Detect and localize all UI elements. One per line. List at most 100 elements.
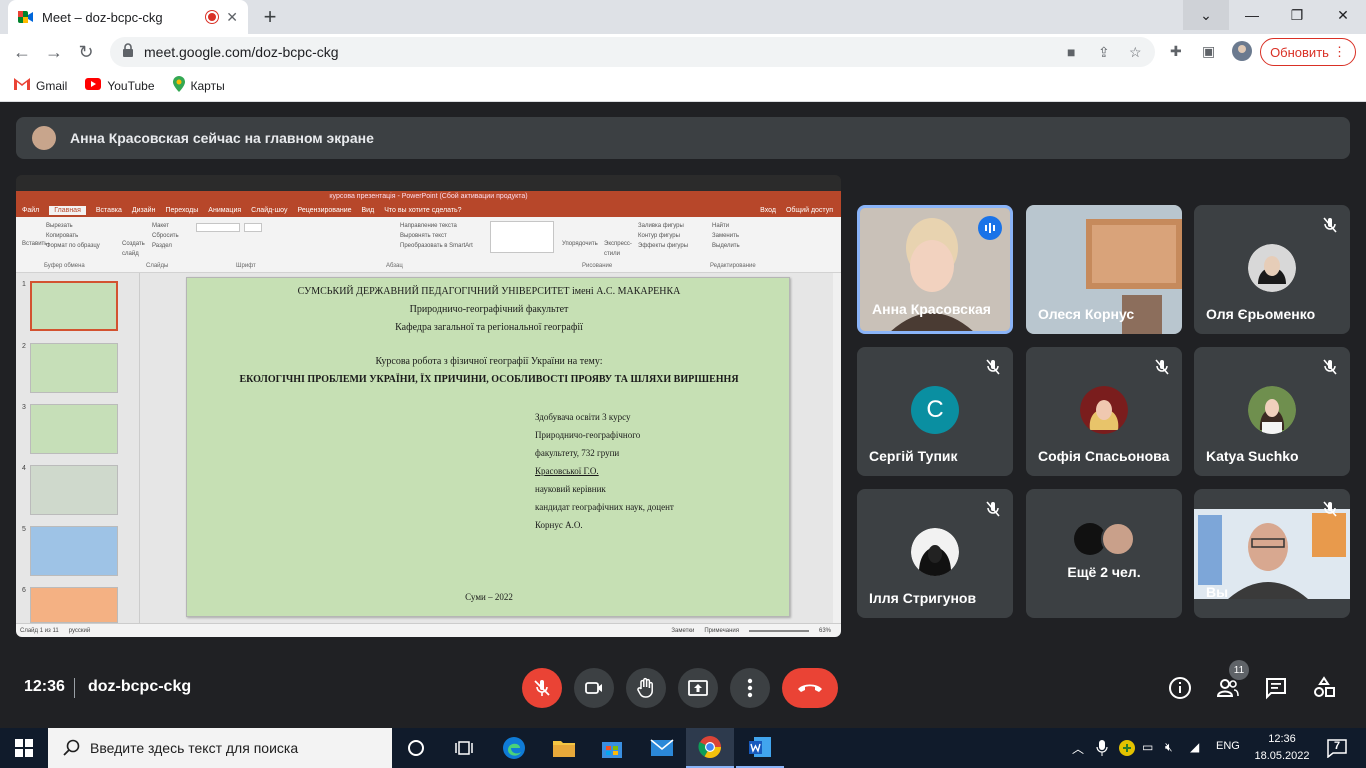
shape-fill-button[interactable]: Заливка фигуры xyxy=(638,221,688,231)
participant-tile[interactable]: Олеся Корнус xyxy=(1026,205,1182,334)
edge-icon[interactable] xyxy=(490,728,538,768)
comments-button[interactable]: Примечания xyxy=(704,628,739,634)
more-options-button[interactable] xyxy=(730,668,770,708)
extensions-icon[interactable]: ✚ xyxy=(1170,43,1182,60)
slide-thumbnail[interactable] xyxy=(30,404,118,454)
quick-styles-button[interactable]: Экспресс-стили xyxy=(604,239,632,259)
pp-menu-item[interactable]: Дизайн xyxy=(132,207,156,214)
mic-toggle-button[interactable] xyxy=(522,668,562,708)
participant-tile[interactable]: Katya Suchko xyxy=(1194,347,1350,476)
slide-thumbnail[interactable] xyxy=(30,587,118,623)
reset-button[interactable]: Сбросить xyxy=(152,231,179,241)
mail-icon[interactable] xyxy=(638,728,686,768)
start-button[interactable] xyxy=(0,728,48,768)
participant-tile-more[interactable]: Ещё 2 чел. xyxy=(1026,489,1182,618)
tab-search-icon[interactable]: ⌄ xyxy=(1183,0,1229,30)
chrome-icon[interactable] xyxy=(686,728,734,768)
smartart-button[interactable]: Преобразовать в SmartArt xyxy=(400,241,473,251)
participant-tile[interactable]: Оля Єрьоменко xyxy=(1194,205,1350,334)
bookmark-maps[interactable]: Карты xyxy=(172,76,225,95)
activities-icon[interactable] xyxy=(1312,676,1336,700)
font-size-box[interactable] xyxy=(244,223,262,232)
slide-scrollbar[interactable] xyxy=(833,273,841,623)
pp-menu-item[interactable]: Анимация xyxy=(208,207,241,214)
pp-share[interactable]: Общий доступ xyxy=(786,207,833,214)
mic-tray-icon[interactable] xyxy=(1096,740,1108,761)
participant-tile[interactable]: Софія Спасьонова xyxy=(1026,347,1182,476)
update-button[interactable]: Обновить ⋮ xyxy=(1260,38,1356,66)
slide-thumbnail[interactable] xyxy=(30,465,118,515)
address-bar[interactable]: meet.google.com/doz-bcpc-ckg ■ ⇪ ☆ xyxy=(110,37,1155,67)
present-screen-button[interactable] xyxy=(678,668,718,708)
profile-avatar[interactable] xyxy=(1232,41,1252,64)
file-explorer-icon[interactable] xyxy=(540,728,588,768)
text-direction-button[interactable]: Направление текста xyxy=(400,221,473,231)
share-icon[interactable]: ⇪ xyxy=(1098,44,1110,61)
slide-thumbnail[interactable] xyxy=(30,526,118,576)
tray-clock[interactable]: 12:36 18.05.2022 xyxy=(1252,731,1312,765)
layout-button[interactable]: Макет xyxy=(152,221,179,231)
task-view-icon[interactable] xyxy=(440,728,488,768)
forward-button[interactable]: → xyxy=(42,40,66,64)
font-name-box[interactable] xyxy=(196,223,240,232)
pp-menu-item[interactable]: Рецензирование xyxy=(297,207,351,214)
reload-button[interactable]: ↻ xyxy=(74,40,98,64)
pp-tell-me[interactable]: Что вы хотите сделать? xyxy=(384,207,461,214)
replace-button[interactable]: Заменить xyxy=(712,231,740,241)
pp-signin[interactable]: Вход xyxy=(760,207,776,214)
align-text-button[interactable]: Выровнять текст xyxy=(400,231,473,241)
slide-canvas[interactable]: СУМСЬКИЙ ДЕРЖАВНИЙ ПЕДАГОГІЧНИЙ УНІВЕРСИ… xyxy=(186,277,790,617)
pp-menu-item[interactable]: Главная xyxy=(49,205,86,215)
notes-button[interactable]: Заметки xyxy=(671,628,694,634)
arrange-button[interactable]: Упорядочить xyxy=(562,239,598,249)
raise-hand-button[interactable] xyxy=(626,668,666,708)
word-icon[interactable] xyxy=(736,728,784,768)
browser-tab[interactable]: Meet – doz-bcpc-ckg ✕ xyxy=(8,0,248,34)
back-button[interactable]: ← xyxy=(10,40,34,64)
participant-tile[interactable]: С Сергій Тупик xyxy=(857,347,1013,476)
star-icon[interactable]: ☆ xyxy=(1129,44,1142,61)
slide-thumbnail[interactable] xyxy=(30,281,118,331)
pp-menu-item[interactable]: Файл xyxy=(22,207,39,214)
camera-icon[interactable]: ■ xyxy=(1067,44,1075,60)
minimize-button[interactable]: — xyxy=(1229,0,1275,30)
new-tab-button[interactable]: + xyxy=(258,5,282,29)
store-icon[interactable] xyxy=(588,728,636,768)
copy-button[interactable]: Копировать xyxy=(46,231,100,241)
participant-tile[interactable]: Анна Красовская xyxy=(857,205,1013,334)
battery-icon[interactable]: ▭ xyxy=(1142,740,1153,754)
end-call-button[interactable] xyxy=(782,668,838,708)
tab-close-icon[interactable]: ✕ xyxy=(226,9,238,26)
camera-toggle-button[interactable] xyxy=(574,668,614,708)
self-tile[interactable]: Вы xyxy=(1194,489,1350,618)
format-painter-button[interactable]: Формат по образцу xyxy=(46,241,100,251)
presentation-screen[interactable]: курсова презентація - PowerPoint (Сбой а… xyxy=(16,175,841,637)
section-button[interactable]: Раздел xyxy=(152,241,179,251)
info-icon[interactable] xyxy=(1168,676,1192,700)
select-button[interactable]: Выделить xyxy=(712,241,740,251)
cortana-icon[interactable] xyxy=(392,728,440,768)
find-button[interactable]: Найти xyxy=(712,221,740,231)
shape-effects-button[interactable]: Эффекты фигуры xyxy=(638,241,688,251)
shape-outline-button[interactable]: Контур фигуры xyxy=(638,231,688,241)
bookmark-youtube[interactable]: YouTube xyxy=(85,78,155,93)
sidepanel-icon[interactable]: ▣ xyxy=(1202,43,1215,60)
shapes-gallery[interactable] xyxy=(490,221,554,253)
network-icon[interactable]: ◢ xyxy=(1190,740,1199,754)
cut-button[interactable]: Вырезать xyxy=(46,221,100,231)
participant-tile[interactable]: Ілля Стригунов xyxy=(857,489,1013,618)
tray-chevron-icon[interactable]: ︿ xyxy=(1072,740,1084,757)
volume-muted-icon[interactable]: 🔇︎ xyxy=(1165,740,1173,755)
new-slide-button[interactable]: Создать слайд xyxy=(122,239,146,259)
zoom-slider[interactable] xyxy=(748,629,809,632)
maximize-button[interactable]: ❐ xyxy=(1274,0,1320,30)
close-window-button[interactable]: ✕ xyxy=(1320,0,1366,30)
paste-label[interactable]: Вставить xyxy=(22,239,47,249)
pp-menu-item[interactable]: Вид xyxy=(362,207,375,214)
chat-icon[interactable] xyxy=(1264,676,1288,700)
app-tray-icon[interactable] xyxy=(1118,739,1136,762)
pp-menu-item[interactable]: Слайд-шоу xyxy=(251,207,287,214)
pp-menu-item[interactable]: Вставка xyxy=(96,207,122,214)
slide-thumbnail[interactable] xyxy=(30,343,118,393)
taskbar-search[interactable]: Введите здесь текст для поиска xyxy=(48,728,392,768)
